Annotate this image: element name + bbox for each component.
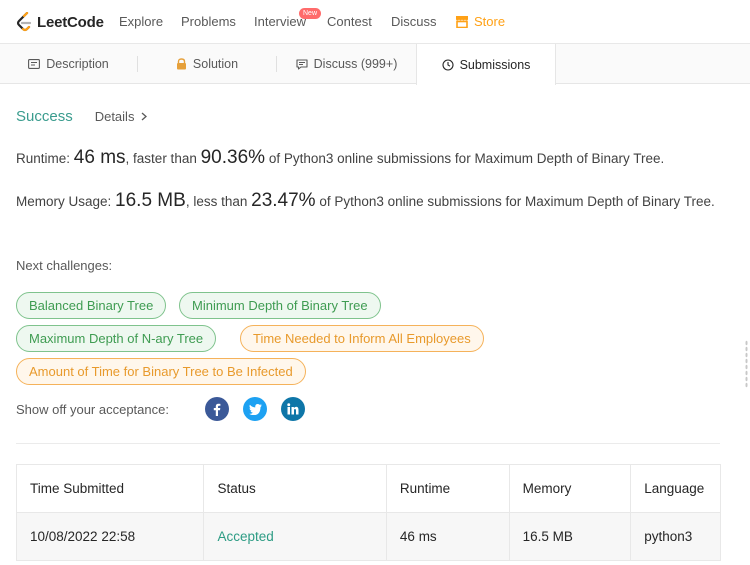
- runtime-label: Runtime:: [16, 151, 71, 166]
- nav-problems[interactable]: Problems: [181, 14, 236, 29]
- share-label: Show off your acceptance:: [16, 402, 169, 417]
- top-navbar: LeetCode Explore Problems Interview New …: [0, 0, 750, 44]
- submissions-table: Time Submitted Status Runtime Memory Lan…: [16, 464, 721, 561]
- column-header[interactable]: Language: [631, 465, 720, 512]
- nav-store[interactable]: Store: [455, 14, 505, 29]
- time-submitted-cell: 10/08/2022 22:58: [17, 513, 205, 560]
- memory-percentile: 23.47%: [251, 190, 316, 211]
- nav-contest[interactable]: Contest: [327, 14, 372, 29]
- runtime-value: 46 ms: [73, 147, 126, 168]
- tab-description[interactable]: Description: [0, 44, 137, 84]
- runtime-comparison: , faster than: [125, 151, 197, 166]
- resize-handle[interactable]: [745, 340, 748, 388]
- linkedin-share-button[interactable]: [281, 397, 305, 421]
- comment-icon: [296, 58, 308, 70]
- table-row[interactable]: 10/08/2022 22:58 Accepted 46 ms 16.5 MB …: [17, 513, 720, 561]
- leetcode-logo[interactable]: LeetCode: [16, 11, 104, 33]
- memory-comparison: , less than: [185, 194, 248, 209]
- memory-value: 16.5 MB: [115, 190, 186, 211]
- column-header[interactable]: Status: [204, 465, 387, 512]
- runtime-stat: Runtime: 46 ms, faster than 90.36% of Py…: [16, 147, 716, 170]
- nav-interview[interactable]: Interview: [254, 14, 306, 29]
- tab-solution[interactable]: Solution: [138, 44, 276, 84]
- store-icon: [456, 16, 468, 28]
- memory-description: of Python3 online submissions for Maximu…: [319, 194, 715, 209]
- clock-icon: [442, 58, 454, 71]
- lock-icon: [176, 58, 186, 70]
- runtime-description: of Python3 online submissions for Maximu…: [268, 151, 665, 166]
- challenge-chip[interactable]: Balanced Binary Tree: [16, 292, 167, 319]
- new-badge: New: [299, 8, 322, 19]
- facebook-icon: [213, 403, 221, 416]
- challenge-chip[interactable]: Minimum Depth of Binary Tree: [179, 292, 381, 319]
- chevron-right-icon: [142, 112, 148, 121]
- memory-stat: Memory Usage: 16.5 MB, less than 23.47% …: [16, 190, 716, 213]
- challenge-chip[interactable]: Amount of Time for Binary Tree to Be Inf…: [16, 358, 306, 385]
- details-link[interactable]: Details: [95, 109, 148, 124]
- tab-description-label: Description: [46, 57, 109, 71]
- tab-submissions[interactable]: Submissions: [416, 44, 556, 85]
- memory-cell: 16.5 MB: [510, 513, 632, 560]
- leetcode-logo-icon: [16, 12, 32, 32]
- tab-discuss-label: Discuss (999+): [313, 57, 398, 71]
- column-header[interactable]: Time Submitted: [17, 465, 205, 512]
- twitter-icon: [248, 403, 262, 415]
- column-header[interactable]: Memory: [510, 465, 632, 512]
- memory-label: Memory Usage:: [16, 194, 112, 209]
- twitter-share-button[interactable]: [243, 397, 267, 421]
- nav-explore[interactable]: Explore: [119, 14, 163, 29]
- success-status: Success: [16, 108, 73, 125]
- column-header[interactable]: Runtime: [387, 465, 510, 512]
- facebook-share-button[interactable]: [205, 397, 229, 421]
- tab-discuss[interactable]: Discuss (999+): [277, 44, 416, 84]
- challenge-chip[interactable]: Time Needed to Inform All Employees: [240, 325, 484, 352]
- store-label: Store: [474, 14, 506, 29]
- runtime-percentile: 90.36%: [200, 147, 266, 168]
- tab-solution-label: Solution: [192, 57, 239, 71]
- language-cell: python3: [644, 529, 693, 544]
- challenge-chip[interactable]: Maximum Depth of N-ary Tree: [16, 325, 217, 352]
- table-header-row: Time Submitted Status Runtime Memory Lan…: [17, 465, 720, 513]
- next-challenges-label: Next challenges:: [16, 258, 113, 273]
- tab-submissions-label: Submissions: [459, 57, 531, 72]
- status-link[interactable]: Accepted: [204, 513, 387, 560]
- logo-text: LeetCode: [37, 13, 104, 31]
- runtime-cell: 46 ms: [387, 513, 510, 560]
- description-icon: [28, 59, 41, 69]
- linkedin-icon: [287, 403, 299, 415]
- result-header: Success Details: [16, 108, 148, 125]
- section-divider: [16, 443, 720, 444]
- details-label: Details: [94, 109, 135, 124]
- problem-tabs: Description Solution Discuss (999+) Subm…: [0, 44, 750, 85]
- nav-discuss[interactable]: Discuss: [391, 14, 437, 29]
